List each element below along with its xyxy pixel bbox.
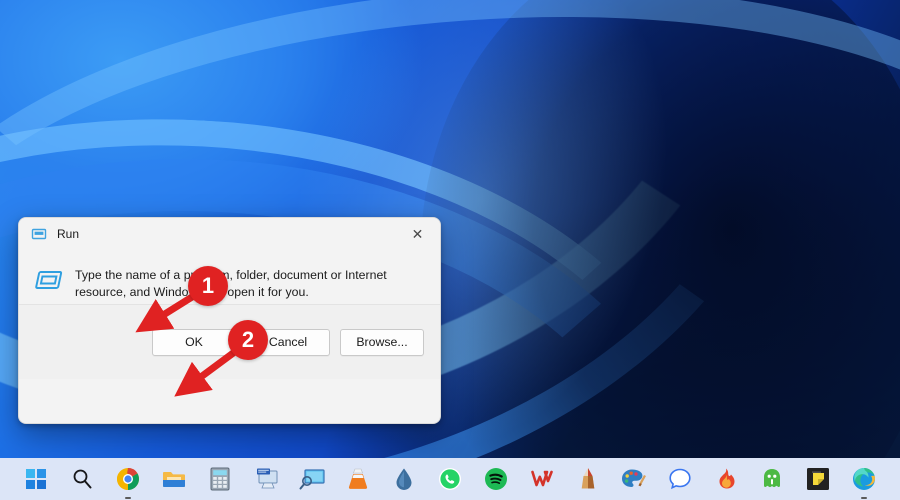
calculator-icon xyxy=(210,467,230,491)
taskbar-item-pencil-app[interactable] xyxy=(573,464,603,494)
magnifier-icon xyxy=(73,469,92,489)
chrome-icon xyxy=(117,468,139,490)
run-dialog: Run ✕ Type the name of a program, folder… xyxy=(18,217,441,424)
taskbar-item-start-button[interactable] xyxy=(21,464,51,494)
taskbar-item-wps-office[interactable] xyxy=(527,464,557,494)
taskbar-item-notes-app[interactable] xyxy=(803,464,833,494)
run-dialog-prompt-text: Type the name of a program, folder, docu… xyxy=(75,268,387,299)
annotation-badge-1: 1 xyxy=(188,266,228,306)
taskbar-item-spotify[interactable] xyxy=(481,464,511,494)
taskbar-item-signal[interactable] xyxy=(665,464,695,494)
taskbar-item-whatsapp[interactable] xyxy=(435,464,465,494)
screen-magnifier-icon xyxy=(299,469,325,490)
run-dialog-titlebar[interactable]: Run ✕ xyxy=(19,218,440,249)
running-indicator xyxy=(861,497,867,499)
browse-button[interactable]: Browse... xyxy=(340,328,424,356)
taskbar-item-paint[interactable] xyxy=(619,464,649,494)
taskbar xyxy=(0,458,900,500)
taskbar-item-calculator[interactable] xyxy=(205,464,235,494)
spotify-icon xyxy=(485,468,507,490)
annotation-badge-2: 2 xyxy=(228,320,268,360)
taskbar-item-vlc-media-player[interactable] xyxy=(343,464,373,494)
desktop-screen: Run ✕ Type the name of a program, folder… xyxy=(0,0,900,500)
taskbar-item-microsoft-edge[interactable] xyxy=(849,464,879,499)
whatsapp-icon xyxy=(439,468,461,490)
vlc-cone-icon xyxy=(348,468,368,489)
windows-logo-icon xyxy=(26,469,46,489)
run-dialog-prompt: Type the name of a program, folder, docu… xyxy=(19,249,440,301)
taskbar-item-google-chrome[interactable] xyxy=(113,464,143,499)
folder-icon xyxy=(163,472,185,487)
pencil-icon xyxy=(581,468,595,489)
pia-robot-icon xyxy=(764,469,780,488)
taskbar-item-water-drop-app[interactable] xyxy=(389,464,419,494)
close-icon[interactable]: ✕ xyxy=(395,218,440,249)
taskbar-item-firewall-app[interactable] xyxy=(711,464,741,494)
remote-desktop-icon xyxy=(257,468,278,489)
black-note-icon xyxy=(807,468,829,490)
taskbar-item-private-internet-access[interactable] xyxy=(757,464,787,494)
flame-icon xyxy=(719,468,735,489)
signal-chat-icon xyxy=(669,468,691,490)
taskbar-item-screen-magnifier[interactable] xyxy=(297,464,327,494)
running-indicator xyxy=(125,497,131,499)
water-drop-icon xyxy=(396,468,412,490)
run-window-icon-large xyxy=(35,267,69,301)
taskbar-item-search-button[interactable] xyxy=(67,464,97,494)
ok-button[interactable]: OK xyxy=(152,328,236,356)
run-dialog-title: Run xyxy=(57,226,80,241)
run-window-icon xyxy=(31,226,47,242)
taskbar-item-file-explorer[interactable] xyxy=(159,464,189,494)
edge-icon xyxy=(853,468,875,490)
wps-w-icon xyxy=(531,470,553,487)
taskbar-item-remote-desktop[interactable] xyxy=(251,464,281,494)
run-dialog-body: Type the name of a program, folder, docu… xyxy=(19,249,440,379)
paint-palette-icon xyxy=(622,469,646,487)
